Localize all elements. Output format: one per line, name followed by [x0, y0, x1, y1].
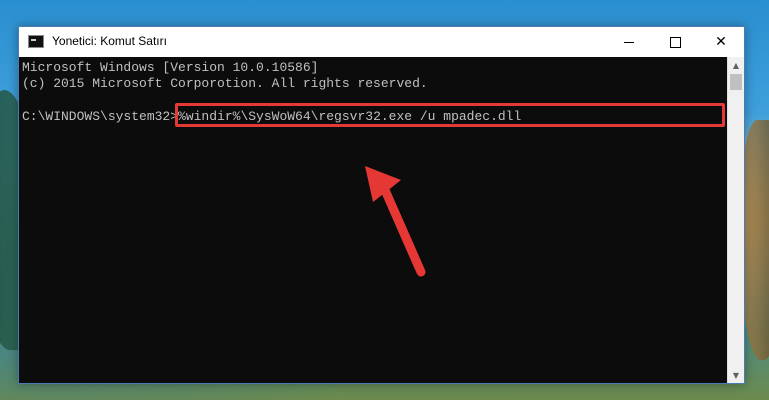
scroll-down-icon[interactable]: ▼	[728, 367, 744, 383]
vertical-scrollbar[interactable]: ▲ ▼	[727, 57, 744, 383]
console-output[interactable]: Microsoft Windows [Version 10.0.10586] (…	[19, 57, 727, 383]
command-highlight-box	[175, 103, 725, 127]
console-prompt: C:\WINDOWS\system32>	[22, 109, 179, 124]
console-line-version: Microsoft Windows [Version 10.0.10586]	[22, 60, 319, 75]
window-title: Yonetici: Komut Satırı	[52, 34, 167, 48]
command-prompt-window[interactable]: Yonetici: Komut Satırı ✕ Microsoft Windo…	[18, 26, 745, 384]
title-bar[interactable]: Yonetici: Komut Satırı ✕	[19, 27, 744, 57]
maximize-button[interactable]	[652, 27, 698, 57]
close-button[interactable]: ✕	[698, 27, 744, 57]
maximize-icon	[669, 36, 681, 48]
minimize-icon	[624, 41, 634, 43]
console-line-copyright: (c) 2015 Microsoft Corporotion. All righ…	[22, 76, 428, 91]
scroll-up-icon[interactable]: ▲	[728, 57, 744, 73]
console-icon[interactable]	[28, 35, 44, 48]
red-arrow-icon	[365, 166, 426, 277]
close-icon: ✕	[715, 34, 727, 50]
minimize-button[interactable]	[606, 27, 652, 57]
scrollbar-thumb[interactable]	[730, 74, 742, 90]
